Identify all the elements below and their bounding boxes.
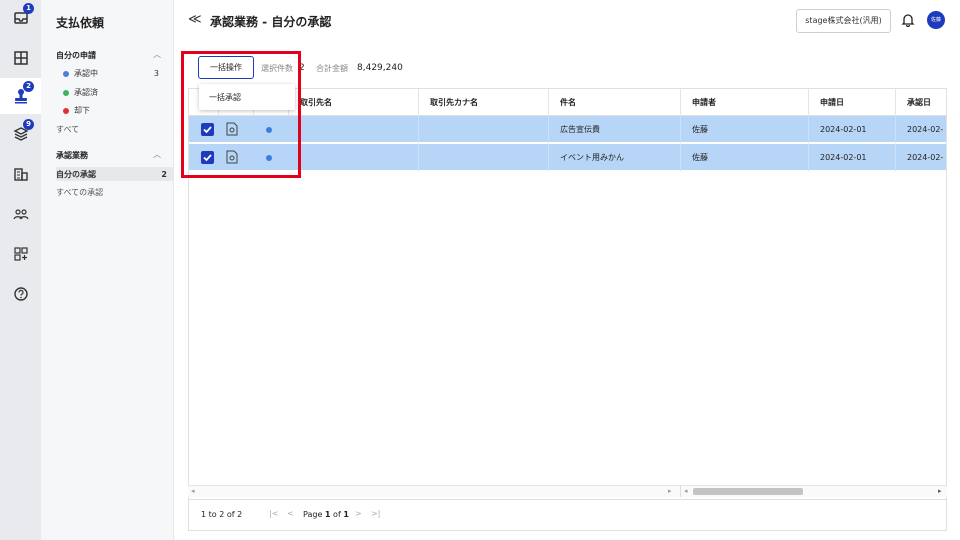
- scroll-thumb[interactable]: [693, 488, 803, 495]
- scroll-right-icon[interactable]: ▸: [668, 487, 672, 495]
- rail-item-inbox[interactable]: 1: [0, 0, 41, 36]
- page-range: 1 to 2 of 2: [201, 510, 243, 519]
- nav-item-all-requests[interactable]: すべて: [56, 124, 159, 135]
- cell-vendor: [289, 144, 419, 171]
- avatar[interactable]: 佐藤: [927, 11, 945, 29]
- nav-item-label: すべての承認: [56, 188, 104, 197]
- highlight-box: [181, 51, 301, 178]
- cell-kana: [419, 116, 549, 143]
- rail-item-help[interactable]: [0, 276, 41, 312]
- cell-applicant: 佐藤: [681, 116, 809, 143]
- nav-item-label: 承認済: [74, 88, 98, 97]
- nav-item-pending[interactable]: 承認中 3: [56, 68, 159, 79]
- nav-item-count: 3: [153, 69, 159, 78]
- total-amount-value: 8,429,240: [357, 63, 403, 73]
- nav-item-label: 自分の承認: [56, 169, 96, 179]
- rail-item-stamp[interactable]: 2: [0, 78, 41, 114]
- status-dot: [63, 89, 69, 96]
- building-icon: [13, 168, 28, 181]
- status-dot: [63, 70, 69, 77]
- nav-item-all-approvals[interactable]: すべての承認: [56, 187, 159, 198]
- rail-item-apps[interactable]: [0, 236, 41, 272]
- cell-subject: イベント用みかん: [549, 144, 681, 171]
- scroll-left-icon[interactable]: ◂: [191, 487, 195, 495]
- column-header[interactable]: 取引先名: [289, 89, 419, 116]
- page-current: 1: [324, 510, 331, 519]
- column-header[interactable]: 申請者: [681, 89, 809, 116]
- table-header: 取引先名 取引先カナ名 件名 申請者 申請日 承認日: [189, 89, 946, 116]
- section-label: 承認業務: [56, 151, 88, 160]
- users-icon: [12, 209, 29, 220]
- rail-badge: 9: [23, 119, 34, 130]
- cell-approved-date: 2024-02-: [907, 125, 944, 134]
- rail-item-layers[interactable]: 9: [0, 116, 41, 152]
- cell-applied-date: 2024-02-01: [809, 144, 896, 171]
- section-label: 自分の申請: [56, 51, 96, 60]
- collapse-back-icon[interactable]: ≪: [188, 12, 202, 27]
- cell-subject: 広告宣伝費: [549, 116, 681, 143]
- nav-item-label: すべて: [56, 125, 80, 134]
- subnav-title: 支払依頼: [56, 16, 105, 30]
- cell-applicant: 佐藤: [681, 144, 809, 171]
- company-selector[interactable]: stage株式会社(汎用): [796, 9, 891, 33]
- chevron-up-icon: ︿: [153, 150, 161, 159]
- rail-badge: 2: [23, 81, 34, 92]
- rail-item-ledger[interactable]: [0, 40, 41, 76]
- rail-badge: 1: [23, 3, 34, 14]
- rail-item-building[interactable]: [0, 156, 41, 192]
- nav-item-label: 却下: [74, 106, 90, 115]
- sub-navigation: 支払依頼 自分の申請 ︿ 承認中 3 承認済 却下 すべて 承認業務 ︿ 自分の…: [41, 0, 174, 540]
- column-header[interactable]: 承認日: [896, 89, 946, 116]
- section-approvals[interactable]: 承認業務 ︿: [56, 150, 161, 161]
- page-prefix: Page: [303, 510, 323, 519]
- rail-item-users[interactable]: [0, 196, 41, 232]
- prev-page-icon[interactable]: <: [287, 509, 294, 518]
- icon-rail: 1 2 9: [0, 0, 41, 540]
- page-title: 承認業務 - 自分の承認: [210, 15, 332, 29]
- apps-add-icon: [13, 247, 28, 261]
- pagination: 1 to 2 of 2 |< < Page 1 of 1 > >|: [188, 497, 947, 531]
- cell-kana: [419, 144, 549, 171]
- table-row[interactable]: イベント用みかん 佐藤 2024-02-01 2024-02-: [189, 144, 946, 171]
- section-my-requests[interactable]: 自分の申請 ︿: [56, 50, 161, 61]
- cell-approved-date: 2024-02-: [907, 153, 944, 162]
- total-amount-label: 合計金額: [316, 64, 348, 73]
- nav-item-approved[interactable]: 承認済: [56, 87, 159, 98]
- column-header[interactable]: 申請日: [809, 89, 896, 116]
- next-page-icon[interactable]: >: [355, 509, 362, 518]
- scroll-right-icon[interactable]: ▸: [938, 487, 942, 495]
- scrollbar-divider: [680, 486, 681, 497]
- nav-item-my-approvals[interactable]: 自分の承認 2: [56, 167, 174, 181]
- approval-table: 取引先名 取引先カナ名 件名 申請者 申請日 承認日 広告宣伝費 佐藤 2024…: [188, 88, 947, 500]
- horizontal-scrollbar[interactable]: ◂ ▸ ◂ ▸: [188, 485, 947, 497]
- help-icon: [13, 287, 28, 301]
- bell-icon[interactable]: [901, 13, 915, 27]
- column-header[interactable]: 取引先カナ名: [419, 89, 549, 116]
- status-dot: [63, 107, 69, 114]
- nav-item-rejected[interactable]: 却下: [56, 105, 159, 116]
- nav-item-label: 承認中: [74, 69, 98, 78]
- ledger-icon: [13, 51, 28, 65]
- last-page-icon[interactable]: >|: [371, 509, 380, 518]
- nav-item-count: 2: [161, 169, 167, 179]
- cell-applied-date: 2024-02-01: [809, 116, 896, 143]
- column-header[interactable]: 件名: [549, 89, 681, 116]
- scroll-left-icon[interactable]: ◂: [684, 487, 688, 495]
- first-page-icon[interactable]: |<: [269, 509, 278, 518]
- chevron-up-icon: ︿: [153, 50, 161, 59]
- page-of: of: [333, 510, 341, 519]
- page-total: 1: [343, 510, 349, 519]
- cell-vendor: [289, 116, 419, 143]
- table-row[interactable]: 広告宣伝費 佐藤 2024-02-01 2024-02-: [189, 116, 946, 143]
- page-indicator: Page 1 of 1: [303, 510, 349, 519]
